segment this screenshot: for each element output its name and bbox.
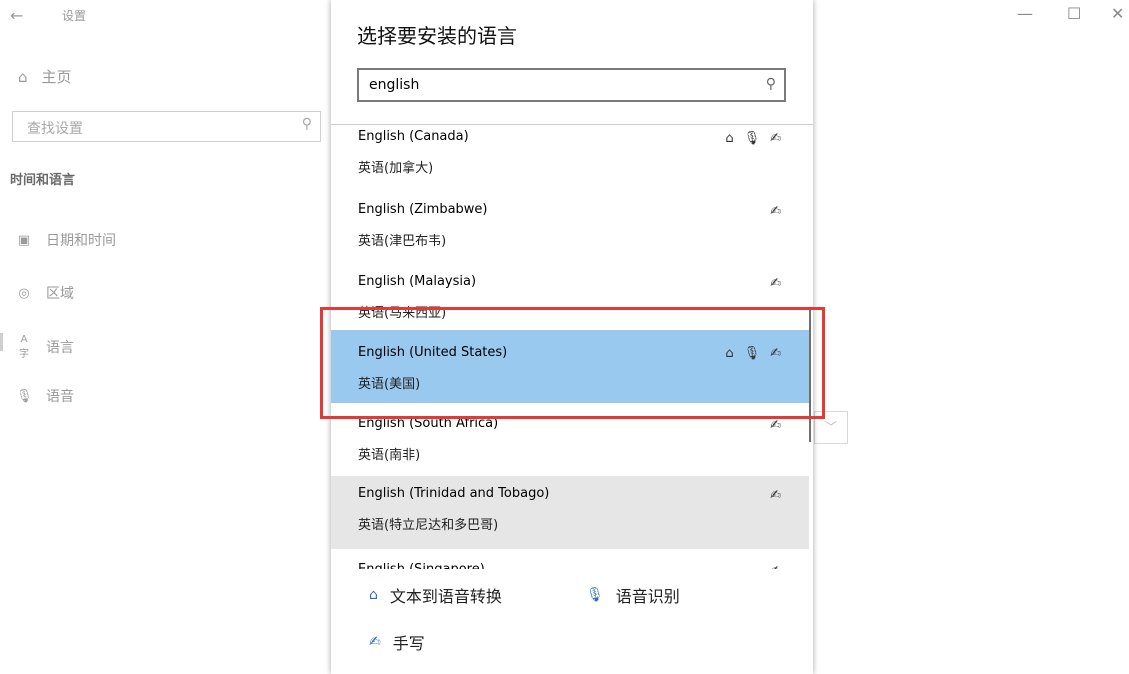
feature-icons: ⌂ 🎙 ✍: [725, 131, 781, 146]
feature-icons: ✍: [770, 418, 781, 433]
sidebar-item-label: 日期和时间: [46, 233, 116, 249]
settings-search-input[interactable]: 查找设置 ⚲: [12, 111, 321, 142]
language-item[interactable]: English (Canada) 英语(加拿大) ⌂ 🎙 ✍: [331, 125, 809, 192]
legend-handwriting: ✍ 手写: [369, 630, 425, 654]
language-native-name: 英语(加拿大): [358, 161, 434, 176]
selected-indicator: [0, 333, 3, 351]
handwriting-icon: ✍: [770, 418, 781, 433]
search-icon: ⚲: [301, 116, 312, 132]
calendar-clock-icon: ▣: [17, 232, 31, 248]
dialog-title: 选择要安装的语言: [357, 24, 517, 48]
settings-search-placeholder: 查找设置: [27, 121, 83, 137]
legend-speech: 🎙 语音识别: [586, 583, 680, 607]
legend-handwriting-label: 手写: [392, 634, 425, 653]
language-name: English (Canada): [358, 129, 469, 144]
sidebar-item-label: 区域: [46, 286, 74, 302]
maximize-icon[interactable]: ☐: [1067, 4, 1081, 23]
legend-tts-label: 文本到语音转换: [389, 587, 502, 606]
feature-icons: ✍: [770, 488, 781, 503]
microphone-icon: 🎙: [16, 388, 33, 404]
handwriting-icon: ✍: [770, 204, 781, 219]
feature-icons: ✍: [770, 276, 781, 291]
handwriting-icon: ✍: [770, 488, 781, 503]
language-name: English (Malaysia): [358, 274, 477, 289]
minimize-icon[interactable]: —: [1017, 4, 1033, 23]
sidebar-home[interactable]: ⌂ 主页: [18, 66, 72, 87]
close-icon[interactable]: ✕: [1111, 4, 1124, 23]
sidebar-item-date-time[interactable]: ▣ 日期和时间: [16, 230, 116, 250]
handwriting-icon: ✍: [369, 634, 381, 650]
language-name: English (Zimbabwe): [358, 202, 488, 217]
language-name: English (Trinidad and Tobago): [358, 486, 550, 501]
microphone-icon: 🎙: [743, 131, 761, 146]
section-title: 时间和语言: [10, 173, 76, 188]
handwriting-icon: ✍: [770, 131, 781, 146]
language-search-box[interactable]: ⚲: [357, 68, 786, 102]
language-item[interactable]: English (Zimbabwe) 英语(津巴布韦) ✍: [331, 192, 809, 265]
sidebar-item-language[interactable]: A字 语言: [16, 334, 74, 360]
globe-icon: ◎: [18, 285, 30, 301]
sidebar-item-region[interactable]: ◎ 区域: [16, 283, 74, 303]
language-native-name: 英语(特立尼达和多巴哥): [358, 518, 499, 533]
back-arrow-icon[interactable]: ←: [10, 6, 23, 25]
language-native-name: 英语(津巴布韦): [358, 234, 447, 249]
language-item[interactable]: English (Singapore) ✍: [331, 552, 809, 570]
language-native-name: 英语(南非): [358, 448, 421, 463]
home-label: 主页: [41, 68, 72, 86]
feature-icons: ✍: [770, 204, 781, 219]
tts-icon: ⌂: [725, 131, 734, 146]
red-highlight-box: [320, 307, 825, 419]
home-icon: ⌂: [18, 67, 28, 86]
sidebar-item-label: 语音: [46, 389, 74, 405]
legend-tts: ⌂ 文本到语音转换: [369, 583, 502, 607]
language-item-hover[interactable]: English (Trinidad and Tobago) 英语(特立尼达和多巴…: [331, 476, 809, 549]
tts-icon: ⌂: [369, 587, 378, 603]
handwriting-icon: ✍: [770, 276, 781, 291]
window-title: 设置: [62, 9, 87, 23]
feature-legend: ⌂ 文本到语音转换 🎙 语音识别 ✍ 手写: [331, 569, 813, 674]
sidebar-item-label: 语言: [46, 340, 74, 356]
language-search-input[interactable]: [359, 70, 749, 100]
microphone-icon: 🎙: [586, 587, 604, 603]
language-icon: A字: [19, 334, 29, 360]
legend-speech-label: 语音识别: [615, 587, 680, 606]
sidebar-item-speech[interactable]: 🎙 语音: [16, 386, 74, 406]
search-icon: ⚲: [765, 76, 776, 92]
